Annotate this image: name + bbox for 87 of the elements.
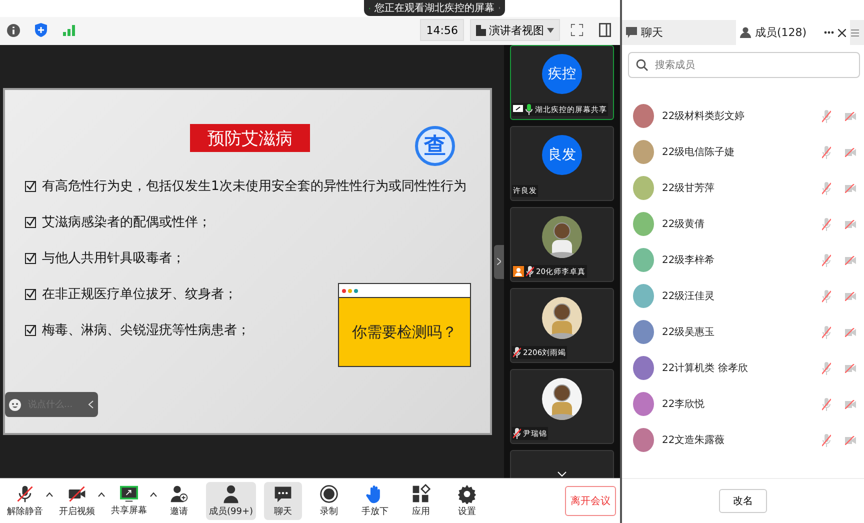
meeting-time: 14:56	[420, 19, 464, 41]
search-icon	[636, 59, 648, 71]
callout-text: 你需要检测吗？	[352, 322, 457, 342]
toolbar-button[interactable]: 共享屏幕	[108, 482, 150, 520]
slide-bullet-text: 与他人共用针具吸毒者；	[42, 250, 185, 267]
person-icon	[740, 27, 751, 38]
member-avatar	[633, 212, 654, 236]
member-name: 22级甘芳萍	[662, 182, 716, 195]
slide-bullet-text: 在非正规医疗单位拔牙、纹身者；	[42, 286, 237, 303]
member-row[interactable]: 22级吴惠玉	[622, 314, 864, 350]
caret-icon[interactable]	[46, 492, 53, 496]
toolbar-button[interactable]: 手放下	[356, 482, 394, 520]
leave-meeting-button[interactable]: 离开会议	[565, 486, 616, 516]
layout-icon	[476, 24, 486, 36]
search-field[interactable]: 搜索成员	[628, 52, 860, 78]
slide-title: 预防艾滋病	[190, 124, 310, 152]
caret-icon[interactable]	[150, 492, 157, 496]
member-avatar	[633, 320, 654, 344]
stamp-badge: 查	[415, 126, 455, 166]
caret-icon	[547, 28, 554, 32]
member-avatar	[633, 248, 654, 272]
toolbar-button[interactable]: 解除静音	[4, 482, 46, 520]
member-name: 22文造朱露薇	[662, 434, 726, 447]
panel-handle[interactable]	[494, 244, 504, 278]
member-row[interactable]: 22李欣悦	[622, 386, 864, 422]
member-name: 22计算机类 徐孝欣	[662, 362, 749, 375]
toolbar-button[interactable]: 成员(99+)	[206, 482, 256, 520]
info-icon[interactable]	[6, 24, 20, 36]
toolbar-button[interactable]: 开启视频	[56, 482, 98, 520]
sidebar-toggle-icon[interactable]	[599, 23, 611, 37]
caret-icon[interactable]	[98, 492, 105, 496]
member-avatar	[633, 284, 654, 308]
toolbar-button[interactable]: 应用	[402, 482, 440, 520]
muted-mic-icon	[15, 484, 35, 504]
slide-bullet-text: 梅毒、淋病、尖锐湿疣等性病患者；	[42, 322, 250, 339]
person-icon	[221, 484, 241, 504]
settings-icon	[457, 484, 478, 504]
avatar: 疾控	[542, 54, 582, 94]
member-avatar	[633, 392, 654, 416]
member-name: 22级黄倩	[662, 218, 706, 231]
close-icon[interactable]	[838, 28, 846, 36]
member-avatar	[633, 356, 654, 380]
apps-icon	[411, 484, 432, 504]
invite-person-icon	[169, 484, 189, 504]
member-row[interactable]: 22级电信陈子婕	[622, 134, 864, 170]
shield-icon[interactable]	[35, 23, 47, 37]
member-row[interactable]: 22级材料类彭文婷	[622, 98, 864, 134]
member-name: 22级李梓希	[662, 254, 716, 267]
collapse-icon	[88, 400, 94, 409]
view-dropdown[interactable]: 演讲者视图	[470, 19, 560, 41]
member-name: 22李欣悦	[662, 398, 706, 411]
member-row[interactable]: 22级黄倩	[622, 206, 864, 242]
tab-label: 成员(128)	[755, 25, 807, 40]
toolbar-button[interactable]: 聊天	[264, 482, 302, 520]
member-row[interactable]: 22级汪佳灵	[622, 278, 864, 314]
menu-icon[interactable]	[851, 28, 859, 36]
share-screen-icon	[119, 485, 139, 503]
member-name: 22级电信陈子婕	[662, 146, 736, 159]
emoji-icon	[9, 398, 21, 410]
camera-off-icon	[67, 484, 87, 504]
member-avatar	[633, 176, 654, 200]
rename-button[interactable]: 改名	[719, 489, 767, 513]
chevron-right-icon	[497, 258, 501, 265]
member-row[interactable]: 22文造朱露薇	[622, 422, 864, 458]
toolbar-button[interactable]: 设置	[448, 482, 486, 520]
member-row[interactable]: 22计算机类 徐孝欣	[622, 350, 864, 386]
chat-bubble-icon	[273, 484, 294, 504]
toolbar-button[interactable]: 录制	[310, 482, 348, 520]
slide-bullet-text: 有高危性行为史，包括仅发生1次未使用安全套的异性性行为或同性性行为	[42, 178, 466, 195]
banner-text: 您正在观看湖北疾控的屏幕	[374, 2, 494, 15]
fullscreen-icon[interactable]	[571, 24, 583, 36]
member-avatar	[633, 140, 654, 164]
member-row[interactable]: 22级李梓希	[622, 242, 864, 278]
toolbar-button[interactable]: 邀请	[160, 482, 198, 520]
member-avatar	[633, 104, 654, 128]
member-avatar	[633, 428, 654, 452]
panel-tab[interactable]: 成员(128)	[736, 20, 850, 45]
chat-bubble-icon	[626, 27, 637, 38]
more-icon[interactable]	[824, 31, 834, 34]
member-row[interactable]: 22级甘芳萍	[622, 170, 864, 206]
record-icon	[319, 484, 340, 504]
member-name: 22级吴惠玉	[662, 326, 716, 339]
slide-bullet-text: 艾滋病感染者的配偶或性伴；	[42, 214, 211, 231]
member-name: 22级材料类彭文婷	[662, 110, 746, 123]
member-name: 22级汪佳灵	[662, 290, 716, 303]
avatar: 良发	[542, 135, 582, 175]
tab-label: 聊天	[641, 25, 663, 40]
